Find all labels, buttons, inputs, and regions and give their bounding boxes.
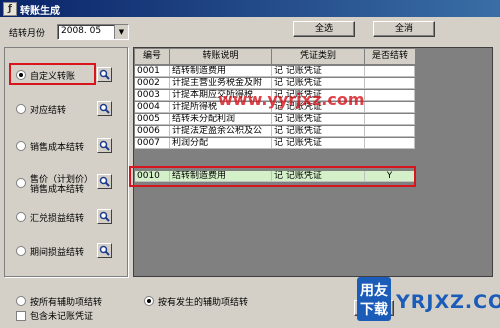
table-row[interactable]: 0007 利润分配 记 记账凭证 <box>135 138 415 149</box>
table-row[interactable]: 0001 结转制造费用 记 记账凭证 <box>135 66 415 77</box>
radio-all-auxiliary[interactable] <box>16 296 26 306</box>
search-icon[interactable] <box>97 174 112 189</box>
cell-transferred <box>365 78 415 89</box>
watermark-logo: 用友 下载 <box>357 277 391 321</box>
radio-period-gain-loss[interactable] <box>16 246 26 256</box>
cell-description: 计提主营业务税金及附 <box>170 78 272 89</box>
table-row[interactable]: 0006 计提法定盈余公积及公 记 记账凭证 <box>135 126 415 137</box>
option-period-label: 期间损益结转 <box>30 248 85 258</box>
radio-planned-price-transfer[interactable] <box>16 178 26 188</box>
cell-voucher-type: 记 记账凭证 <box>272 126 365 137</box>
cell-description: 计提法定盈余公积及公 <box>170 126 272 137</box>
radio-occurred-auxiliary-label: 按有发生的辅助项结转 <box>158 298 249 308</box>
search-icon[interactable] <box>97 67 112 82</box>
include-unposted-checkbox[interactable] <box>16 311 26 321</box>
period-value: 2008. 05 <box>61 26 102 36</box>
transfer-table: 编号 转账说明 凭证类别 是否结转 0001 结转制造费用 记 记账凭证 000… <box>133 47 493 277</box>
cell-number: 0005 <box>135 114 170 125</box>
col-header-description[interactable]: 转账说明 <box>170 49 272 65</box>
window-title: 转账生成 <box>20 6 60 17</box>
logo-text-bottom: 下载 <box>360 302 388 318</box>
include-unposted-label: 包含未记账凭证 <box>30 312 94 322</box>
radio-all-auxiliary-label: 按所有辅助项结转 <box>30 298 103 308</box>
chevron-down-icon[interactable]: ▼ <box>114 25 128 39</box>
cell-number: 0002 <box>135 78 170 89</box>
logo-text-top: 用友 <box>360 283 388 299</box>
search-icon[interactable] <box>97 209 112 224</box>
cell-transferred <box>365 90 415 101</box>
table-row[interactable]: 0005 结转未分配利润 记 记账凭证 <box>135 114 415 125</box>
deselect-all-button[interactable]: 全消 <box>373 21 435 37</box>
cell-description: 结转未分配利润 <box>170 114 272 125</box>
col-header-number[interactable]: 编号 <box>135 49 170 65</box>
cell-transferred <box>365 114 415 125</box>
radio-occurred-auxiliary[interactable] <box>144 296 154 306</box>
search-icon[interactable] <box>97 138 112 153</box>
cell-voucher-type: 记 记账凭证 <box>272 66 365 77</box>
highlight-box-option <box>9 63 96 85</box>
option-planned-price-label-2: 销售成本结转 <box>30 185 85 195</box>
watermark-brand: YRJXZ.COM <box>396 291 500 313</box>
cell-description: 利润分配 <box>170 138 272 149</box>
cell-transferred <box>365 102 415 113</box>
table-row[interactable]: 0002 计提主营业务税金及附 记 记账凭证 <box>135 78 415 89</box>
period-select[interactable]: 2008. 05 ▼ <box>57 24 129 40</box>
watermark-url: www.yyrjxz.com <box>218 90 365 109</box>
highlight-box-row <box>129 166 416 187</box>
cell-voucher-type: 记 记账凭证 <box>272 114 365 125</box>
cell-transferred <box>365 66 415 77</box>
select-all-button[interactable]: 全选 <box>293 21 355 37</box>
col-header-voucher-type[interactable]: 凭证类别 <box>272 49 365 65</box>
option-exchange-label: 汇兑损益结转 <box>30 214 85 224</box>
cell-transferred <box>365 126 415 137</box>
radio-sales-cost-transfer[interactable] <box>16 141 26 151</box>
app-icon: ƒ <box>3 2 17 16</box>
title-bar: ƒ 转账生成 <box>0 0 500 17</box>
cell-voucher-type: 记 记账凭证 <box>272 138 365 149</box>
cell-number: 0001 <box>135 66 170 77</box>
cell-transferred <box>365 138 415 149</box>
cell-number: 0004 <box>135 102 170 113</box>
search-icon[interactable] <box>97 243 112 258</box>
radio-exchange-gain-loss[interactable] <box>16 212 26 222</box>
period-label: 结转月份 <box>9 29 46 39</box>
cell-number: 0007 <box>135 138 170 149</box>
cell-description: 结转制造费用 <box>170 66 272 77</box>
cell-number: 0006 <box>135 126 170 137</box>
option-sales-cost-label: 销售成本结转 <box>30 143 85 153</box>
search-icon[interactable] <box>97 101 112 116</box>
radio-corresponding-transfer[interactable] <box>16 104 26 114</box>
option-corresponding-transfer-label: 对应结转 <box>30 106 67 116</box>
cell-number: 0003 <box>135 90 170 101</box>
cell-voucher-type: 记 记账凭证 <box>272 78 365 89</box>
col-header-transferred[interactable]: 是否结转 <box>365 49 416 65</box>
